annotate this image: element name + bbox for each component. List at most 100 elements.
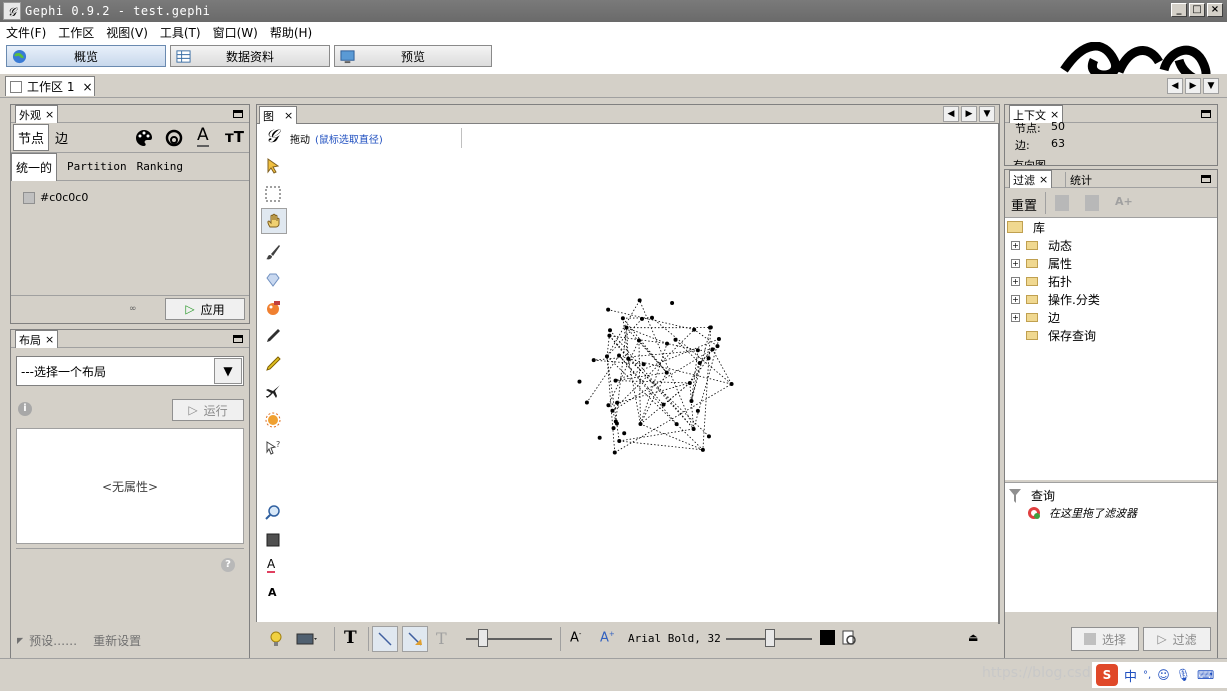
graph-node[interactable] [692, 327, 697, 332]
auto-refresh-icon[interactable]: A+ [1115, 195, 1133, 208]
rectangle-select-icon[interactable] [265, 186, 281, 202]
graph-node[interactable] [638, 422, 643, 427]
graph-edge[interactable] [593, 348, 713, 361]
edge-toggle-button[interactable] [372, 626, 398, 652]
graph-node[interactable] [608, 328, 613, 333]
label-color-swatch[interactable] [820, 630, 835, 645]
tab-unique[interactable]: 统一的 [11, 152, 58, 181]
graph-node[interactable] [695, 408, 700, 413]
graph-node[interactable] [639, 316, 644, 321]
graph-node[interactable] [641, 362, 646, 367]
graph-node[interactable] [706, 434, 711, 439]
pencil-icon[interactable] [265, 328, 281, 344]
graph-edge[interactable] [608, 382, 690, 406]
tree-item-saved-queries[interactable]: 保存查询 [1005, 326, 1217, 344]
help-icon[interactable]: ? [221, 558, 235, 572]
font-size-up-icon[interactable]: A+ [600, 630, 615, 645]
graph-canvas[interactable] [290, 152, 998, 622]
graph-node[interactable] [584, 400, 589, 405]
label-font-icon[interactable]: A [268, 586, 277, 599]
graph-node[interactable] [695, 348, 700, 353]
lightbulb-icon[interactable] [268, 631, 284, 647]
graph-node[interactable] [615, 400, 620, 405]
graph-edge[interactable] [614, 383, 732, 453]
tab-preview[interactable]: 预览 [334, 45, 492, 67]
graph-node[interactable] [606, 307, 611, 312]
library-root[interactable]: 库 [1005, 218, 1217, 236]
tree-item-topology[interactable]: + 拓扑 [1005, 272, 1217, 290]
graph-edge[interactable] [651, 317, 732, 385]
graph-node[interactable] [626, 356, 631, 361]
tab-edges[interactable]: 边 [49, 125, 74, 150]
minimize-button[interactable]: _ [1171, 3, 1187, 17]
graph-node[interactable] [673, 337, 678, 342]
menu-view[interactable]: 视图(V) [106, 24, 148, 41]
graph-node[interactable] [617, 438, 622, 443]
scroll-right-button[interactable]: ▶ [1185, 78, 1201, 94]
graph-node[interactable] [697, 360, 702, 365]
graph-node[interactable] [700, 447, 705, 452]
close-icon[interactable]: × [284, 109, 293, 122]
expand-icon[interactable]: + [1011, 276, 1020, 286]
background-color-icon[interactable] [265, 532, 281, 548]
airplane-icon[interactable] [265, 384, 281, 400]
appearance-panel-tab[interactable]: 外观 × [15, 105, 59, 123]
edge-color-button[interactable] [402, 626, 428, 652]
graph-node[interactable] [613, 378, 618, 383]
export-icon[interactable] [1055, 195, 1069, 211]
close-window-button[interactable]: × [1207, 3, 1223, 17]
heat-sun-icon[interactable] [265, 412, 281, 428]
graph-edge[interactable] [712, 349, 732, 385]
graph-node[interactable] [715, 344, 720, 349]
edge-label-icon[interactable]: T [436, 629, 447, 648]
minimize-panel-icon[interactable] [233, 335, 243, 343]
graph-node[interactable] [614, 421, 619, 426]
tab-partition[interactable]: Partition [67, 160, 127, 173]
punctuation-icon[interactable]: °, [1143, 670, 1151, 681]
graph-node[interactable] [622, 431, 627, 436]
graph-edge[interactable] [627, 358, 641, 425]
tree-item-attributes[interactable]: + 属性 [1005, 254, 1217, 272]
graph-node[interactable] [612, 450, 617, 455]
microphone-icon[interactable]: 🎙 [1176, 668, 1191, 682]
graph-edge[interactable] [640, 343, 668, 425]
graph-edge[interactable] [608, 309, 695, 330]
graph-node[interactable] [661, 402, 666, 407]
graph-node[interactable] [708, 325, 713, 330]
graph-node[interactable] [597, 435, 602, 440]
graph-edge[interactable] [693, 338, 720, 430]
layout-select[interactable]: ---选择一个布局 ▼ [16, 356, 244, 386]
close-icon[interactable]: × [82, 80, 92, 94]
minimize-panel-icon[interactable] [233, 110, 243, 118]
tree-item-operator[interactable]: + 操作.分类 [1005, 290, 1217, 308]
maximize-button[interactable]: □ [1189, 3, 1205, 17]
label-size-thumb[interactable] [765, 629, 775, 647]
scroll-right-button[interactable]: ▶ [961, 106, 977, 122]
queries-root[interactable]: 查询 [1009, 487, 1055, 504]
expand-icon[interactable]: + [1011, 258, 1020, 268]
network-graph[interactable] [290, 152, 998, 622]
graph-node[interactable] [674, 422, 679, 427]
graph-node[interactable] [706, 356, 711, 361]
graph-node[interactable] [649, 315, 654, 320]
graph-node[interactable] [620, 316, 625, 321]
brush-icon[interactable] [265, 244, 281, 260]
expand-icon[interactable]: + [1011, 312, 1020, 322]
graph-node[interactable] [710, 347, 715, 352]
expand-icon[interactable]: + [1011, 294, 1020, 304]
menu-window[interactable]: 窗口(W) [213, 24, 258, 41]
menu-file[interactable]: 文件(F) [6, 24, 46, 41]
tab-data-laboratory[interactable]: 数据资料 [170, 45, 330, 67]
shortest-path-icon[interactable]: ? [265, 440, 281, 456]
graph-node[interactable] [637, 298, 642, 303]
close-icon[interactable]: × [1039, 173, 1048, 186]
graph-node[interactable] [729, 382, 734, 387]
label-color-icon[interactable]: A [197, 125, 209, 147]
select-button[interactable]: 选择 [1071, 627, 1139, 651]
tab-overview[interactable]: 概览 [6, 45, 166, 67]
graph-node[interactable] [604, 354, 609, 359]
minimize-panel-icon[interactable] [1201, 175, 1211, 183]
edge-scale-thumb[interactable] [478, 629, 488, 647]
filter-button[interactable]: ▷ 过滤 [1143, 627, 1211, 651]
emoji-icon[interactable]: ☺ [1157, 668, 1170, 682]
